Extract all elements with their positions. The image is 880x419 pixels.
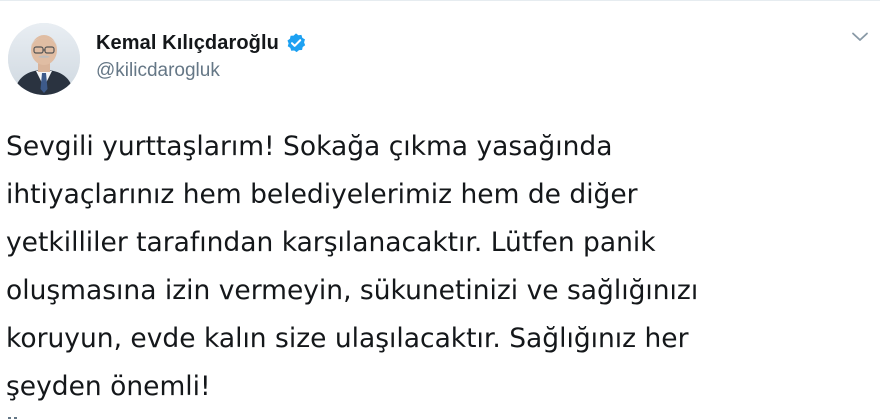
tweet-text-line: yetkilliler tarafından karşılanacaktır. … [6,227,656,258]
chevron-down-icon[interactable] [848,25,872,49]
tweet-text-line: şeyden önemli! [6,371,211,402]
tweet-text-line: koruyun, evde kalın size ulaşılacaktır. … [6,323,689,354]
name-row: Kemal Kılıçdaroğlu [96,29,307,57]
display-name[interactable]: Kemal Kılıçdaroğlu [96,32,279,55]
tweet-text-line: oluşmasına izin vermeyin, sükunetinizi v… [6,275,699,306]
clipped-content [6,409,26,419]
tweet-card: Kemal Kılıçdaroğlu @kilicdarogluk Sevgil… [0,0,880,419]
user-handle[interactable]: @kilicdarogluk [96,60,307,82]
tweet-text-line: ihtiyaçlarınız hem belediyelerimiz hem d… [6,179,638,210]
tweet-text-line: Sevgili yurttaşlarım! Sokağa çıkma yasağ… [6,131,613,162]
tweet-header: Kemal Kılıçdaroğlu @kilicdarogluk [96,29,307,82]
tweet-text: Sevgili yurttaşlarım! Sokağa çıkma yasağ… [6,123,866,411]
verified-badge-icon [285,32,307,54]
profile-photo-icon [8,23,80,95]
avatar[interactable] [8,23,80,95]
